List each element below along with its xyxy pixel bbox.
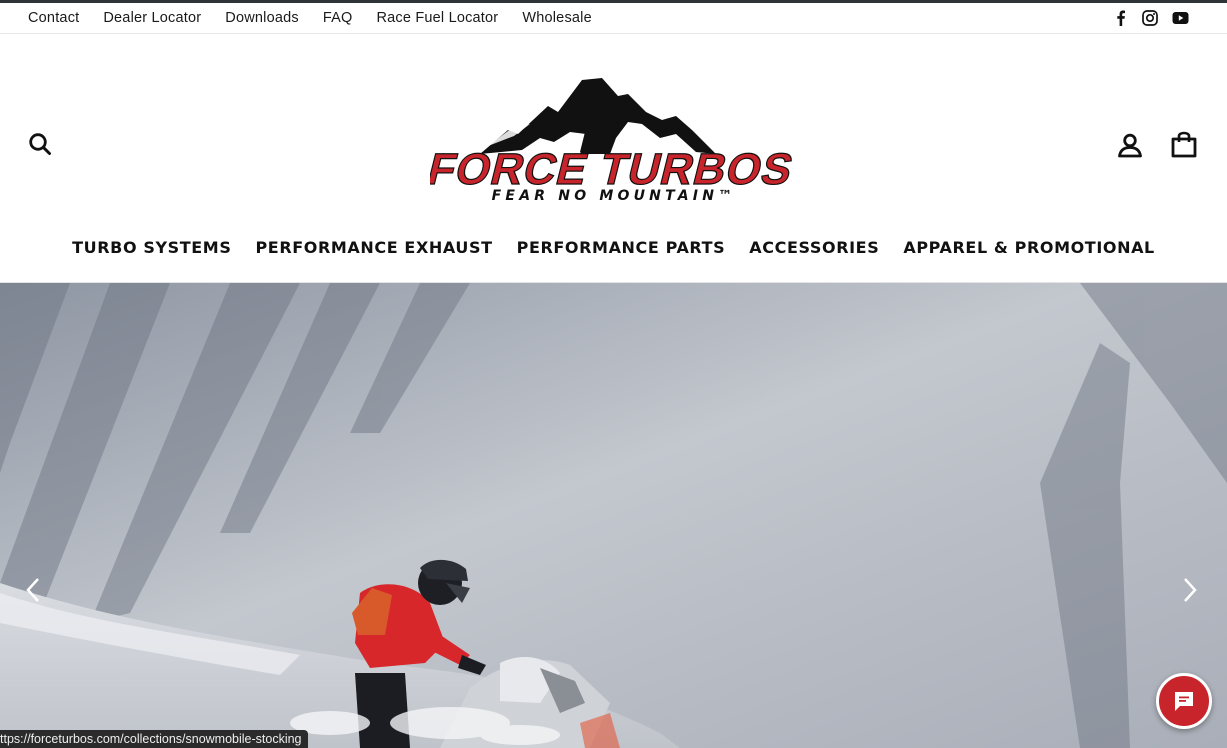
utility-link-faq[interactable]: FAQ: [323, 10, 353, 26]
account-icon[interactable]: [1117, 132, 1143, 158]
utility-link-wholesale[interactable]: Wholesale: [522, 10, 592, 26]
force-turbos-logo[interactable]: FORCE TURBOS FEAR NO MOUNTAIN™: [430, 72, 794, 204]
site-header: FORCE TURBOS FEAR NO MOUNTAIN™ TURBO SYS…: [0, 34, 1227, 283]
nav-turbo-systems[interactable]: TURBO SYSTEMS: [72, 238, 231, 257]
utility-link-dealer-locator[interactable]: Dealer Locator: [103, 10, 201, 26]
utility-link-downloads[interactable]: Downloads: [225, 10, 299, 26]
facebook-icon[interactable]: [1114, 10, 1128, 26]
browser-status-url: ttps://forceturbos.com/collections/snowm…: [0, 730, 308, 748]
main-navigation: TURBO SYSTEMS PERFORMANCE EXHAUST PERFOR…: [0, 238, 1227, 257]
cart-icon[interactable]: [1170, 129, 1198, 159]
hero-snowmobile-image: [0, 283, 1227, 748]
utility-links: Contact Dealer Locator Downloads FAQ Rac…: [28, 3, 592, 33]
nav-accessories[interactable]: ACCESSORIES: [749, 238, 879, 257]
nav-performance-parts[interactable]: PERFORMANCE PARTS: [517, 238, 726, 257]
chevron-left-icon[interactable]: [22, 575, 46, 605]
search-icon[interactable]: [28, 132, 52, 156]
social-links: [1114, 10, 1189, 26]
instagram-icon[interactable]: [1142, 10, 1158, 26]
nav-apparel-promotional[interactable]: APPAREL & PROMOTIONAL: [903, 238, 1155, 257]
youtube-icon[interactable]: [1172, 11, 1189, 25]
logo-tagline: FEAR NO MOUNTAIN™: [492, 188, 737, 204]
utility-link-race-fuel-locator[interactable]: Race Fuel Locator: [376, 10, 498, 26]
utility-bar: Contact Dealer Locator Downloads FAQ Rac…: [0, 3, 1227, 34]
hero-slideshow: [0, 283, 1227, 748]
logo-wordmark: FORCE TURBOS: [430, 146, 794, 194]
nav-performance-exhaust[interactable]: PERFORMANCE EXHAUST: [255, 238, 492, 257]
chevron-right-icon[interactable]: [1177, 575, 1201, 605]
chat-button[interactable]: [1156, 673, 1212, 729]
chat-icon: [1175, 692, 1193, 711]
utility-link-contact[interactable]: Contact: [28, 10, 79, 26]
